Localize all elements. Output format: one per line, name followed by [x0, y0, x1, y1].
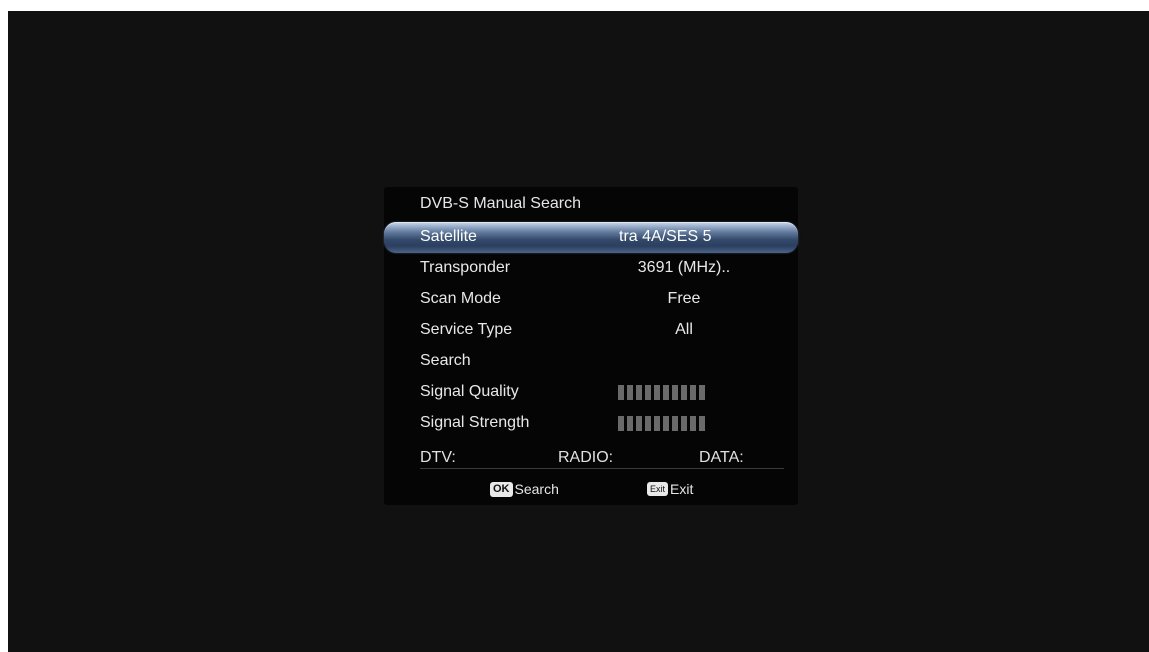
- signal-strength-segment: [690, 416, 696, 431]
- signal-quality-segment: [636, 385, 642, 400]
- service-type-label: Service Type: [420, 321, 513, 338]
- transponder-value: 3691 (MHz)..: [637, 259, 731, 276]
- menu-row-satellite[interactable]: Satellite tra 4A/SES 5: [384, 222, 798, 253]
- satellite-value: tra 4A/SES 5: [619, 228, 712, 245]
- service-type-value: All: [675, 321, 693, 338]
- signal-quality-segment: [672, 385, 678, 400]
- ok-hint-label: Search: [514, 481, 559, 497]
- signal-strength-segment: [636, 416, 642, 431]
- exit-hint-label: Exit: [670, 481, 694, 497]
- tv-screen: DVB-S Manual Search Satellite tra 4A/SES…: [8, 11, 1149, 652]
- menu-row-search[interactable]: Search: [384, 346, 798, 377]
- signal-quality-segment: [690, 385, 696, 400]
- menu-row-service-type[interactable]: Service Type All: [384, 315, 798, 346]
- ok-key-icon: OK: [490, 481, 513, 497]
- data-count-label: DATA:: [699, 449, 744, 466]
- menu-row-transponder[interactable]: Transponder 3691 (MHz)..: [384, 253, 798, 284]
- signal-strength-segment: [627, 416, 633, 431]
- signal-quality-segment: [663, 385, 669, 400]
- scan-mode-label: Scan Mode: [420, 290, 501, 307]
- signal-quality-segment: [618, 385, 624, 400]
- satellite-label: Satellite: [420, 228, 477, 245]
- transponder-label: Transponder: [420, 259, 511, 276]
- signal-quality-label: Signal Quality: [420, 383, 519, 400]
- signal-strength-segment: [663, 416, 669, 431]
- ok-search-hint[interactable]: OK Search: [490, 481, 559, 497]
- signal-quality-segment: [627, 385, 633, 400]
- signal-strength-segment: [645, 416, 651, 431]
- exit-key-icon: Exit: [647, 482, 669, 496]
- manual-search-dialog: DVB-S Manual Search Satellite tra 4A/SES…: [384, 187, 798, 505]
- channel-counts: DTV: RADIO: DATA:: [384, 449, 798, 469]
- signal-quality-segment: [654, 385, 660, 400]
- signal-quality-segment: [645, 385, 651, 400]
- search-label: Search: [420, 352, 471, 369]
- dtv-count-label: DTV:: [420, 449, 456, 466]
- menu-row-scan-mode[interactable]: Scan Mode Free: [384, 284, 798, 315]
- radio-count-label: RADIO:: [558, 449, 614, 466]
- exit-hint[interactable]: Exit Exit: [647, 481, 693, 497]
- signal-quality-segment: [681, 385, 687, 400]
- signal-strength-row: Signal Strength: [384, 408, 798, 439]
- signal-strength-segment: [654, 416, 660, 431]
- signal-strength-segment: [672, 416, 678, 431]
- dialog-title: DVB-S Manual Search: [420, 195, 581, 212]
- scan-mode-value: Free: [667, 290, 701, 307]
- signal-quality-row: Signal Quality: [384, 377, 798, 408]
- signal-strength-segment: [618, 416, 624, 431]
- signal-strength-segment: [681, 416, 687, 431]
- signal-quality-bar: [618, 385, 705, 400]
- signal-strength-segment: [699, 416, 705, 431]
- signal-strength-bar: [618, 416, 705, 431]
- footer-divider: [420, 468, 784, 469]
- signal-strength-label: Signal Strength: [420, 414, 530, 431]
- signal-quality-segment: [699, 385, 705, 400]
